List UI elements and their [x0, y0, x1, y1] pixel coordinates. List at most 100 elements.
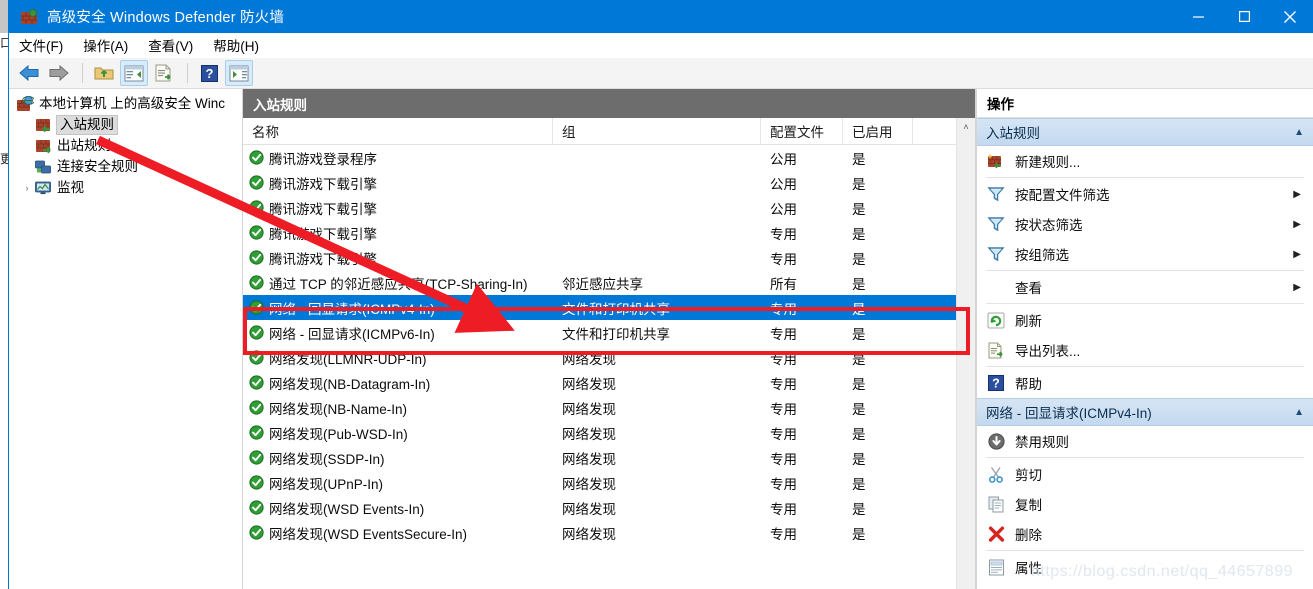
cell-rule-enabled: 是 — [852, 351, 866, 367]
export-list-icon[interactable] — [150, 60, 178, 86]
table-row[interactable]: 腾讯游戏下载引擎 专用 是 — [243, 245, 956, 270]
rule-name-label: 腾讯游戏下载引擎 — [269, 176, 377, 192]
minimize-button[interactable] — [1175, 0, 1221, 33]
monitoring-icon — [35, 180, 52, 196]
menu-action[interactable]: 操作(A) — [73, 33, 138, 57]
cell-rule-enabled: 是 — [852, 376, 866, 392]
table-row[interactable]: 网络发现(UPnP-In) 网络发现 专用 是 — [243, 470, 956, 495]
action-item-label: 按组筛选 — [1015, 248, 1069, 263]
rule-name-label: 腾讯游戏登录程序 — [269, 151, 377, 167]
action-item-label: 剪切 — [1015, 468, 1042, 483]
firewall-window: 高级安全 Windows Defender 防火墙 文件(F) 操作(A) 查看… — [8, 0, 1313, 589]
column-header-profile[interactable]: 配置文件 — [761, 118, 843, 144]
sidebar-item-outbound-rules[interactable]: 出站规则 — [9, 135, 242, 156]
actions-group-header[interactable]: 网络 - 回显请求(ICMPv4-In) ▲ — [977, 398, 1313, 426]
cell-rule-profile: 公用 — [770, 151, 797, 167]
help-icon[interactable]: ? — [195, 60, 223, 86]
table-row[interactable]: 腾讯游戏下载引擎 公用 是 — [243, 170, 956, 195]
action-item[interactable]: 删除 — [977, 519, 1313, 549]
action-item[interactable]: ? 帮助 — [977, 368, 1313, 398]
submenu-arrow-icon[interactable]: ▶ — [1293, 249, 1301, 260]
tree-root-node[interactable]: 本地计算机 上的高级安全 Winc — [9, 93, 242, 114]
connection-security-icon — [35, 159, 52, 175]
cell-rule-enabled: 是 — [852, 201, 866, 217]
table-row[interactable]: 网络发现(LLMNR-UDP-In) 网络发现 专用 是 — [243, 345, 956, 370]
new-rule-icon — [986, 153, 1006, 169]
chevron-up-icon[interactable]: ▲ — [1294, 127, 1304, 138]
action-item[interactable]: 按配置文件筛选 ▶ — [977, 179, 1313, 209]
table-row[interactable]: 网络发现(WSD Events-In) 网络发现 专用 是 — [243, 495, 956, 520]
table-row[interactable]: 腾讯游戏下载引擎 专用 是 — [243, 220, 956, 245]
submenu-arrow-icon[interactable]: ▶ — [1293, 282, 1301, 293]
action-item-label: 刷新 — [1015, 314, 1042, 329]
menu-help[interactable]: 帮助(H) — [203, 33, 269, 57]
forward-arrow-icon[interactable] — [45, 60, 73, 86]
action-item[interactable]: 剪切 — [977, 459, 1313, 489]
action-item[interactable]: 复制 — [977, 489, 1313, 519]
actions-separator — [986, 177, 1304, 178]
list-vertical-scrollbar[interactable]: ˄ — [956, 118, 975, 589]
maximize-button[interactable] — [1221, 0, 1267, 33]
cell-rule-enabled: 是 — [852, 451, 866, 467]
rule-name-label: 腾讯游戏下载引擎 — [269, 201, 377, 217]
table-row[interactable]: 腾讯游戏登录程序 公用 是 — [243, 145, 956, 170]
chevron-right-icon[interactable]: › — [22, 183, 32, 193]
sidebar-item-inbound-rules[interactable]: 入站规则 — [9, 114, 242, 135]
action-item[interactable]: 属性 — [977, 552, 1313, 582]
table-row[interactable]: 网络发现(NB-Name-In) 网络发现 专用 是 — [243, 395, 956, 420]
action-item[interactable]: 导出列表... — [977, 335, 1313, 365]
sidebar-item-monitoring[interactable]: › 监视 — [9, 177, 242, 198]
rule-enabled-shield-icon — [249, 400, 264, 415]
rule-enabled-shield-icon — [249, 500, 264, 515]
action-item[interactable]: 按组筛选 ▶ — [977, 239, 1313, 269]
action-item[interactable]: 新建规则... — [977, 146, 1313, 176]
svg-text:?: ? — [205, 66, 213, 81]
column-header-group[interactable]: 组 — [553, 118, 761, 144]
actions-group-header[interactable]: 入站规则 ▲ — [977, 118, 1313, 146]
rule-name-label: 网络发现(NB-Name-In) — [269, 401, 408, 417]
table-row[interactable]: 通过 TCP 的邻近感应共享(TCP-Sharing-In) 邻近感应共享 所有 是 — [243, 270, 956, 295]
table-row[interactable]: 网络发现(SSDP-In) 网络发现 专用 是 — [243, 445, 956, 470]
actions-groups: 入站规则 ▲ 新建规则... 按配置文件筛选 ▶ 按状态筛选 ▶ 按组筛选 ▶ 查看 ▶ 刷新 导出列表… — [977, 118, 1313, 582]
table-rows: 腾讯游戏登录程序 公用是腾讯游戏下载引擎 公用是腾讯游戏下载引擎 公用是腾讯游戏下载引… — [243, 145, 956, 589]
column-header-enabled[interactable]: 已启用 — [843, 118, 913, 144]
menu-view[interactable]: 查看(V) — [138, 33, 203, 57]
cell-rule-group: 文件和打印机共享 — [562, 301, 670, 317]
panes-container: 本地计算机 上的高级安全 Winc 入站规则 出站规则 连接安全规则 › 监视 … — [9, 89, 1313, 589]
back-arrow-icon[interactable] — [15, 60, 43, 86]
submenu-arrow-icon[interactable]: ▶ — [1293, 189, 1301, 200]
action-item-label: 帮助 — [1015, 377, 1042, 392]
close-button[interactable] — [1267, 0, 1313, 33]
action-item[interactable]: 禁用规则 — [977, 426, 1313, 456]
actions-pane-caption: 操作 — [977, 89, 1313, 118]
refresh-icon — [986, 312, 1006, 329]
table-row-selected[interactable]: 网络 - 回显请求(ICMPv4-In) 文件和打印机共享 专用 是 — [243, 295, 956, 320]
up-folder-icon[interactable] — [90, 60, 118, 86]
action-item[interactable]: 刷新 — [977, 305, 1313, 335]
rule-name-label: 网络发现(LLMNR-UDP-In) — [269, 351, 427, 367]
rule-enabled-shield-icon — [249, 225, 264, 240]
sidebar-item-connection-security-rules[interactable]: 连接安全规则 — [9, 156, 242, 177]
rule-enabled-shield-icon — [249, 300, 264, 315]
cell-rule-group: 网络发现 — [562, 501, 616, 517]
scroll-up-arrow-icon[interactable]: ˄ — [957, 118, 975, 136]
table-row[interactable]: 网络 - 回显请求(ICMPv6-In) 文件和打印机共享 专用 是 — [243, 320, 956, 345]
show-tree-pane-icon[interactable] — [120, 60, 148, 86]
table-row[interactable]: 腾讯游戏下载引擎 公用 是 — [243, 195, 956, 220]
action-item[interactable]: 按状态筛选 ▶ — [977, 209, 1313, 239]
table-row[interactable]: 网络发现(Pub-WSD-In) 网络发现 专用 是 — [243, 420, 956, 445]
column-header-name[interactable]: 名称 — [243, 118, 553, 144]
cell-rule-enabled: 是 — [852, 226, 866, 242]
rule-enabled-shield-icon — [249, 425, 264, 440]
submenu-arrow-icon[interactable]: ▶ — [1293, 219, 1301, 230]
chevron-up-icon[interactable]: ▲ — [1294, 407, 1304, 418]
show-action-pane-icon[interactable] — [225, 60, 253, 86]
sidebar-item-inbound-rules-label: 入站规则 — [56, 114, 118, 135]
table-row[interactable]: 网络发现(NB-Datagram-In) 网络发现 专用 是 — [243, 370, 956, 395]
sidebar-item-outbound-rules-label: 出站规则 — [57, 137, 111, 153]
cell-rule-group: 邻近感应共享 — [562, 276, 643, 292]
menu-file[interactable]: 文件(F) — [9, 33, 73, 57]
action-item[interactable]: 查看 ▶ — [977, 272, 1313, 302]
cell-rule-name: 腾讯游戏登录程序 — [243, 145, 553, 170]
table-row[interactable]: 网络发现(WSD EventsSecure-In) 网络发现 专用 是 — [243, 520, 956, 545]
